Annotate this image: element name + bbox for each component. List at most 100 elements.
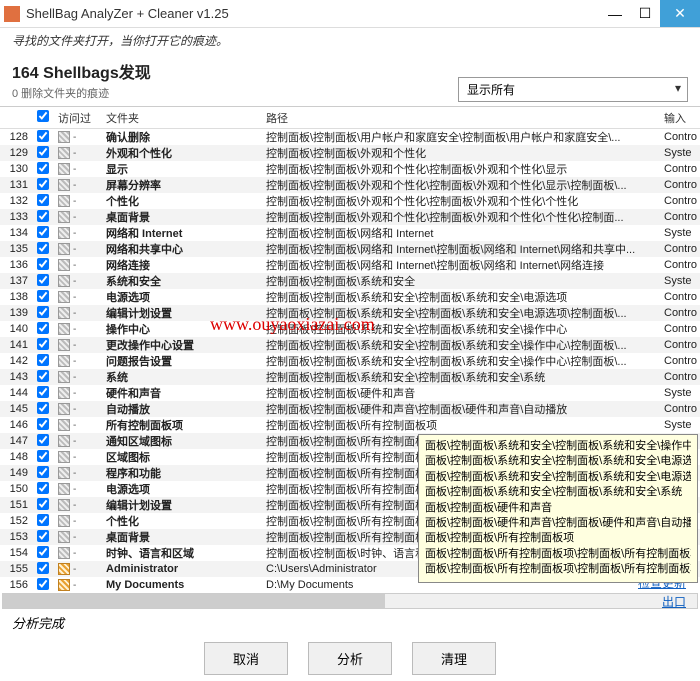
table-row[interactable]: 141更改操作中心设置控制面板\控制面板\系统和安全\控制面板\系统和安全\操作…	[0, 337, 700, 353]
row-checkbox[interactable]	[37, 386, 49, 398]
row-checkbox[interactable]	[37, 274, 49, 286]
row-checkbox[interactable]	[37, 434, 49, 446]
folder-icon	[58, 515, 70, 527]
table-row[interactable]: 139编辑计划设置控制面板\控制面板\系统和安全\控制面板\系统和安全\电源选项…	[0, 305, 700, 321]
col-visited[interactable]: 访问过	[54, 110, 102, 126]
dash-icon	[71, 179, 83, 191]
select-all-checkbox[interactable]	[37, 110, 49, 122]
row-icon-cell	[54, 339, 102, 351]
row-index: 132	[0, 195, 32, 207]
folder-icon	[58, 179, 70, 191]
analyze-button[interactable]: 分析	[308, 642, 392, 675]
row-index: 148	[0, 451, 32, 463]
row-icon-cell	[54, 531, 102, 543]
row-checkbox[interactable]	[37, 402, 49, 414]
row-icon-cell	[54, 211, 102, 223]
row-input: Contro	[660, 131, 700, 143]
row-folder: 网络和共享中心	[102, 241, 262, 257]
row-icon-cell	[54, 323, 102, 335]
row-checkbox[interactable]	[37, 210, 49, 222]
col-folder[interactable]: 文件夹	[102, 110, 262, 126]
window-controls: — ☐ ✕	[600, 0, 700, 27]
row-input: Contro	[660, 307, 700, 319]
deleted-count: 0 删除文件夹的痕迹	[12, 85, 458, 101]
table-row[interactable]: 136网络连接控制面板\控制面板\网络和 Internet\控制面板\网络和 I…	[0, 257, 700, 273]
row-checkbox[interactable]	[37, 290, 49, 302]
row-checkbox[interactable]	[37, 466, 49, 478]
scrollbar-thumb[interactable]	[3, 594, 385, 608]
table-row[interactable]: 133桌面背景控制面板\控制面板\外观和个性化\控制面板\外观和个性化\个性化\…	[0, 209, 700, 225]
row-checkbox[interactable]	[37, 546, 49, 558]
row-checkbox[interactable]	[37, 130, 49, 142]
row-checkbox[interactable]	[37, 258, 49, 270]
row-path: 控制面板\控制面板\网络和 Internet\控制面板\网络和 Internet…	[262, 257, 660, 273]
minimize-button[interactable]: —	[600, 0, 630, 27]
row-checkbox[interactable]	[37, 562, 49, 574]
horizontal-scrollbar[interactable]	[2, 593, 698, 609]
row-index: 153	[0, 531, 32, 543]
row-checkbox[interactable]	[37, 322, 49, 334]
table-row[interactable]: 128确认删除控制面板\控制面板\用户帐户和家庭安全\控制面板\用户帐户和家庭安…	[0, 129, 700, 145]
table-row[interactable]: 131屏幕分辨率控制面板\控制面板\外观和个性化\控制面板\外观和个性化\显示\…	[0, 177, 700, 193]
row-folder: 区域图标	[102, 449, 262, 465]
row-checkbox[interactable]	[37, 514, 49, 526]
row-checkbox[interactable]	[37, 418, 49, 430]
cancel-button[interactable]: 取消	[204, 642, 288, 675]
table-row[interactable]: 129外观和个性化控制面板\控制面板\外观和个性化Syste	[0, 145, 700, 161]
table-row[interactable]: 132个性化控制面板\控制面板\外观和个性化\控制面板\外观和个性化\个性化Co…	[0, 193, 700, 209]
row-checkbox[interactable]	[37, 370, 49, 382]
exit-link[interactable]: 出口	[638, 593, 686, 612]
table-row[interactable]: 145自动播放控制面板\控制面板\硬件和声音\控制面板\硬件和声音\自动播放Co…	[0, 401, 700, 417]
row-checkbox[interactable]	[37, 178, 49, 190]
row-path: 控制面板\控制面板\外观和个性化\控制面板\外观和个性化\显示	[262, 161, 660, 177]
tooltip-line: 面板\控制面板\系统和安全\控制面板\系统和安全\电源选项\控制面板\...	[425, 470, 691, 485]
close-button[interactable]: ✕	[660, 0, 700, 27]
row-checkbox[interactable]	[37, 242, 49, 254]
row-path: 控制面板\控制面板\用户帐户和家庭安全\控制面板\用户帐户和家庭安全\...	[262, 129, 660, 145]
table-row[interactable]: 135网络和共享中心控制面板\控制面板\网络和 Internet\控制面板\网络…	[0, 241, 700, 257]
row-checkbox[interactable]	[37, 498, 49, 510]
clean-button[interactable]: 清理	[412, 642, 496, 675]
table-row[interactable]: 146所有控制面板项控制面板\控制面板\所有控制面板项Syste	[0, 417, 700, 433]
row-index: 136	[0, 259, 32, 271]
row-checkbox[interactable]	[37, 306, 49, 318]
row-folder: 桌面背景	[102, 529, 262, 545]
col-path[interactable]: 路径	[262, 110, 660, 126]
row-checkbox[interactable]	[37, 338, 49, 350]
table-row[interactable]: 137系统和安全控制面板\控制面板\系统和安全Syste	[0, 273, 700, 289]
row-checkbox[interactable]	[37, 162, 49, 174]
row-icon-cell	[54, 259, 102, 271]
col-input[interactable]: 输入	[660, 110, 700, 126]
row-index: 144	[0, 387, 32, 399]
table-row[interactable]: 140操作中心控制面板\控制面板\系统和安全\控制面板\系统和安全\操作中心Co…	[0, 321, 700, 337]
row-checkbox[interactable]	[37, 354, 49, 366]
table-row[interactable]: 142问题报告设置控制面板\控制面板\系统和安全\控制面板\系统和安全\操作中心…	[0, 353, 700, 369]
folder-icon	[58, 531, 70, 543]
row-index: 145	[0, 403, 32, 415]
row-checkbox[interactable]	[37, 194, 49, 206]
row-checkbox[interactable]	[37, 578, 49, 590]
table-row[interactable]: 143系统控制面板\控制面板\系统和安全\控制面板\系统和安全\系统Contro	[0, 369, 700, 385]
table-row[interactable]: 130显示控制面板\控制面板\外观和个性化\控制面板\外观和个性化\显示Cont…	[0, 161, 700, 177]
window-title: ShellBag AnalyZer + Cleaner v1.25	[26, 6, 600, 21]
row-checkbox[interactable]	[37, 450, 49, 462]
table-row[interactable]: 144硬件和声音控制面板\控制面板\硬件和声音Syste	[0, 385, 700, 401]
filter-dropdown[interactable]: 显示所有	[458, 77, 688, 102]
row-folder: 程序和功能	[102, 465, 262, 481]
tooltip-line: 面板\控制面板\所有控制面板项	[425, 531, 691, 546]
row-checkbox[interactable]	[37, 146, 49, 158]
table-header: 访问过 文件夹 路径 输入	[0, 107, 700, 129]
tooltip: 面板\控制面板\系统和安全\控制面板\系统和安全\操作中心面板\控制面板\系统和…	[418, 434, 698, 583]
table-row[interactable]: 138电源选项控制面板\控制面板\系统和安全\控制面板\系统和安全\电源选项Co…	[0, 289, 700, 305]
folder-icon	[58, 131, 70, 143]
row-checkbox[interactable]	[37, 530, 49, 542]
maximize-button[interactable]: ☐	[630, 0, 660, 27]
row-checkbox[interactable]	[37, 482, 49, 494]
row-index: 137	[0, 275, 32, 287]
folder-icon	[58, 211, 70, 223]
dash-icon	[71, 227, 83, 239]
tooltip-line: 面板\控制面板\系统和安全\控制面板\系统和安全\电源选项	[425, 454, 691, 469]
table-row[interactable]: 134网络和 Internet控制面板\控制面板\网络和 InternetSys…	[0, 225, 700, 241]
row-checkbox[interactable]	[37, 226, 49, 238]
row-index: 133	[0, 211, 32, 223]
